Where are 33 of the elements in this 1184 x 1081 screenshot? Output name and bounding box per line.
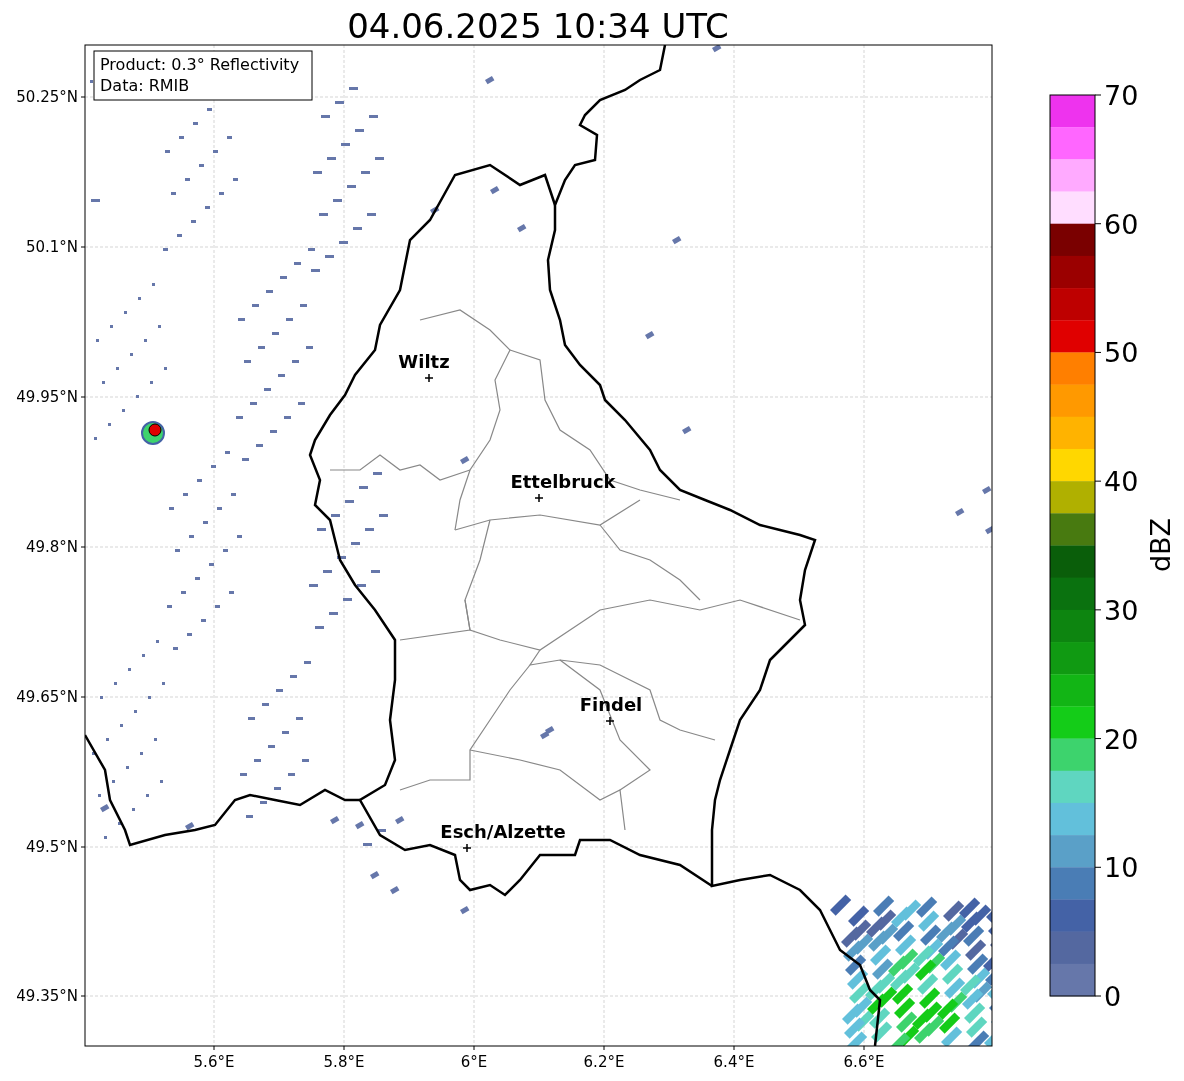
longitude-label: 5.6°E	[193, 1053, 235, 1071]
city-label: Esch/Alzette	[440, 821, 566, 842]
latitude-label: 49.35°N	[16, 987, 78, 1005]
colorbar-tick-label: 60	[1104, 208, 1139, 240]
colorbar-tick-label: 20	[1104, 723, 1139, 755]
city-marker-icon	[424, 373, 434, 383]
latitude-label: 49.65°N	[16, 688, 78, 706]
longitude-label: 6.6°E	[843, 1053, 885, 1071]
city-label: Ettelbruck	[510, 471, 616, 492]
latitude-label: 49.5°N	[25, 838, 78, 856]
colorbar-tick-label: 50	[1104, 337, 1139, 369]
colorbar-tick-label: 30	[1104, 594, 1139, 626]
longitude-label: 6.2°E	[583, 1053, 625, 1071]
latitude-label: 49.8°N	[25, 538, 78, 556]
longitude-label: 5.8°E	[323, 1053, 365, 1071]
map-title: 04.06.2025 10:34 UTC	[347, 6, 729, 46]
city-label: Wiltz	[398, 351, 450, 372]
colorbar-tick-label: 70	[1104, 80, 1139, 111]
legend-text: Data: RMIB	[100, 76, 190, 95]
colorbar-tick-label: 10	[1104, 852, 1139, 884]
colorbar-tick-label: 0	[1104, 981, 1122, 1012]
legend-text: Product: 0.3° Reflectivity	[100, 55, 300, 74]
latitude-label: 50.25°N	[16, 88, 78, 106]
city-label: Findel	[579, 694, 643, 715]
city-marker-icon	[534, 493, 544, 503]
city-marker-icon	[462, 843, 472, 853]
city-marker-icon	[605, 716, 615, 726]
latitude-label: 49.95°N	[16, 388, 78, 406]
latitude-label: 50.1°N	[25, 238, 78, 256]
colorbar-tick-label: 40	[1104, 466, 1139, 498]
longitude-label: 6°E	[460, 1053, 488, 1071]
colorbar-label: dBZ	[1145, 517, 1176, 573]
longitude-label: 6.4°E	[713, 1053, 755, 1071]
